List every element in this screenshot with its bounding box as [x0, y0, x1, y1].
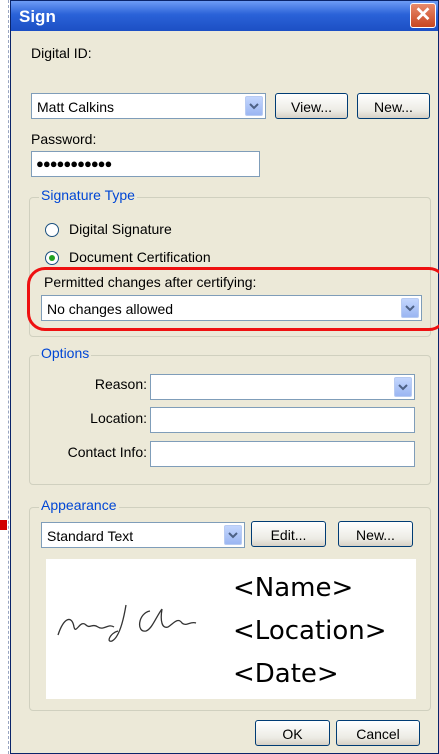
- close-icon: ✕: [414, 4, 432, 26]
- appearance-legend: Appearance: [39, 497, 119, 513]
- edit-appearance-button[interactable]: Edit...: [251, 521, 326, 547]
- handwritten-signature: [57, 604, 197, 642]
- radio-selected-dot: [49, 255, 55, 261]
- new-appearance-button[interactable]: New...: [338, 521, 413, 547]
- radio-digital-signature-label[interactable]: Digital Signature: [69, 221, 172, 237]
- location-field[interactable]: [150, 407, 415, 433]
- close-button[interactable]: ✕: [410, 3, 436, 28]
- dialog-title: Sign: [19, 7, 56, 26]
- contact-info-field[interactable]: [150, 441, 415, 467]
- digital-id-label: Digital ID:: [31, 45, 92, 61]
- password-value: ●●●●●●●●●●●: [36, 156, 112, 171]
- digital-id-select[interactable]: Matt Calkins: [31, 93, 266, 119]
- signature-preview: <Name> <Location> <Date>: [46, 559, 416, 699]
- ok-button[interactable]: OK: [255, 720, 330, 746]
- appearance-value: Standard Text: [47, 528, 134, 544]
- radio-digital-signature[interactable]: [45, 223, 59, 237]
- sign-dialog: Sign ✕ Digital ID: Matt Calkins View... …: [10, 0, 439, 754]
- view-button[interactable]: View...: [275, 93, 348, 119]
- password-field[interactable]: ●●●●●●●●●●●: [31, 151, 260, 177]
- background-strip: [0, 0, 9, 754]
- new-id-button[interactable]: New...: [357, 93, 430, 119]
- radio-document-certification[interactable]: [45, 251, 59, 265]
- background-mark: [0, 520, 7, 530]
- reason-label: Reason:: [94, 376, 147, 392]
- preview-date: <Date>: [233, 659, 339, 689]
- red-highlight-ellipse: [27, 267, 439, 331]
- preview-name: <Name>: [233, 573, 354, 603]
- digital-id-value: Matt Calkins: [37, 99, 115, 115]
- title-bar[interactable]: Sign ✕: [11, 1, 438, 31]
- radio-document-certification-label[interactable]: Document Certification: [69, 249, 211, 265]
- preview-location: <Location>: [233, 616, 387, 646]
- appearance-select[interactable]: Standard Text: [41, 522, 245, 548]
- cancel-button[interactable]: Cancel: [336, 720, 420, 746]
- reason-select[interactable]: [150, 374, 415, 400]
- signature-type-legend: Signature Type: [39, 187, 137, 203]
- location-label: Location:: [90, 410, 147, 426]
- chevron-down-icon[interactable]: [224, 525, 242, 545]
- password-label: Password:: [31, 131, 97, 147]
- chevron-down-icon[interactable]: [245, 96, 263, 116]
- chevron-down-icon[interactable]: [394, 377, 412, 397]
- contact-info-label: Contact Info:: [67, 444, 147, 460]
- options-legend: Options: [39, 345, 92, 361]
